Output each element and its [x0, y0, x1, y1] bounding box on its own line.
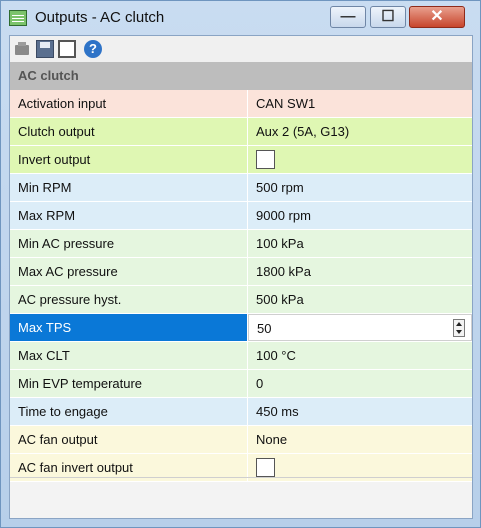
property-grid: AC clutch Activation input CAN SW1 Clutc…: [10, 62, 472, 482]
row-value[interactable]: 100 °C: [248, 342, 472, 369]
row-activation-input[interactable]: Activation input CAN SW1: [10, 90, 472, 118]
row-value[interactable]: 450 ms: [248, 398, 472, 425]
row-max-rpm[interactable]: Max RPM 9000 rpm: [10, 202, 472, 230]
row-ac-pressure-hyst[interactable]: AC pressure hyst. 500 kPa: [10, 286, 472, 314]
row-min-ac-pressure[interactable]: Min AC pressure 100 kPa: [10, 230, 472, 258]
minimize-button[interactable]: —: [330, 6, 366, 28]
row-min-rpm[interactable]: Min RPM 500 rpm: [10, 174, 472, 202]
row-label: Time to engage: [10, 398, 248, 425]
minimize-icon: —: [340, 8, 356, 25]
row-value[interactable]: CAN SW1: [248, 90, 472, 117]
grid-bottom-border: [10, 477, 472, 478]
folder-open-icon[interactable]: [14, 40, 32, 58]
row-label: AC pressure hyst.: [10, 286, 248, 313]
row-label: AC fan output: [10, 426, 248, 453]
maximize-button[interactable]: ☐: [370, 6, 406, 28]
row-min-evp-temperature[interactable]: Min EVP temperature 0: [10, 370, 472, 398]
maximize-icon: ☐: [381, 8, 395, 25]
row-label: Min RPM: [10, 174, 248, 201]
help-icon[interactable]: ?: [84, 40, 102, 58]
row-value[interactable]: 500 rpm: [248, 174, 472, 201]
window-icon[interactable]: [58, 40, 76, 58]
row-value[interactable]: 500 kPa: [248, 286, 472, 313]
row-label: Activation input: [10, 90, 248, 117]
save-icon[interactable]: [36, 40, 54, 58]
spin-button-icon[interactable]: [453, 319, 465, 337]
row-label: Min AC pressure: [10, 230, 248, 257]
row-value[interactable]: 9000 rpm: [248, 202, 472, 229]
row-value[interactable]: Aux 2 (5A, G13): [248, 118, 472, 145]
max-tps-value[interactable]: 50: [257, 321, 271, 336]
toolbar: ?: [10, 36, 472, 63]
row-label: Max CLT: [10, 342, 248, 369]
row-value[interactable]: 100 kPa: [248, 230, 472, 257]
row-label: Max AC pressure: [10, 258, 248, 285]
row-value: [248, 146, 472, 173]
row-value[interactable]: 1800 kPa: [248, 258, 472, 285]
client-area: ? AC clutch Activation input CAN SW1 Clu…: [9, 35, 473, 519]
close-icon: ✕: [430, 8, 444, 25]
row-clutch-output[interactable]: Clutch output Aux 2 (5A, G13): [10, 118, 472, 146]
row-ac-fan-output[interactable]: AC fan output None: [10, 426, 472, 454]
row-label: Clutch output: [10, 118, 248, 145]
invert-output-checkbox[interactable]: [256, 150, 275, 169]
row-value[interactable]: 0: [248, 370, 472, 397]
close-button[interactable]: ✕: [409, 6, 465, 28]
row-max-clt[interactable]: Max CLT 100 °C: [10, 342, 472, 370]
row-value[interactable]: None: [248, 426, 472, 453]
ac-fan-invert-checkbox[interactable]: [256, 458, 275, 477]
row-label: Invert output: [10, 146, 248, 173]
title-bar[interactable]: Outputs - AC clutch — ☐ ✕: [1, 1, 480, 35]
window-title: Outputs - AC clutch: [35, 9, 165, 26]
max-tps-input[interactable]: 50: [248, 314, 472, 341]
row-max-tps[interactable]: Max TPS 50: [10, 314, 472, 342]
section-header: AC clutch: [10, 62, 472, 90]
row-invert-output[interactable]: Invert output: [10, 146, 472, 174]
app-icon: [9, 10, 27, 26]
row-max-ac-pressure[interactable]: Max AC pressure 1800 kPa: [10, 258, 472, 286]
row-time-to-engage[interactable]: Time to engage 450 ms: [10, 398, 472, 426]
row-label: Max RPM: [10, 202, 248, 229]
row-label: Max TPS: [10, 314, 248, 341]
row-label: Min EVP temperature: [10, 370, 248, 397]
window: Outputs - AC clutch — ☐ ✕ ? AC clutch Ac…: [0, 0, 481, 528]
